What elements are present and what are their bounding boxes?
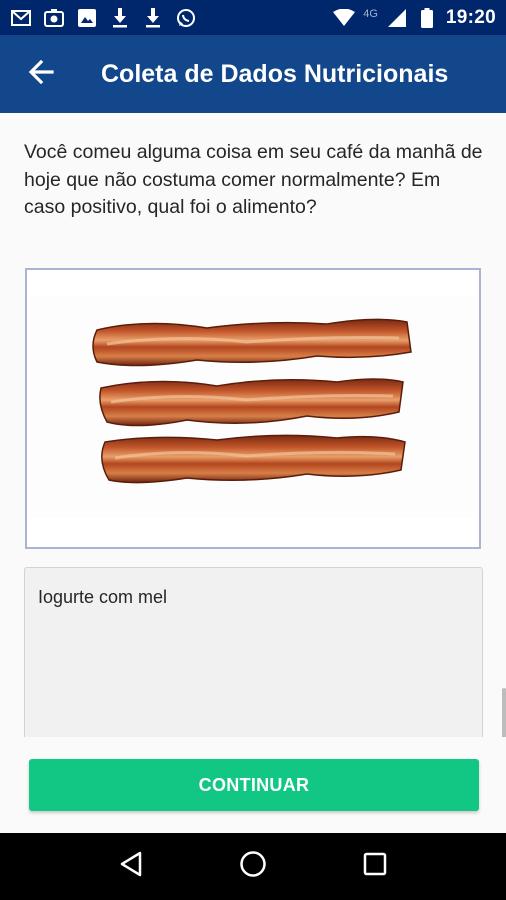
clock: 19:20: [445, 6, 496, 28]
app-bar: Coleta de Dados Nutricionais: [0, 35, 506, 113]
scrollbar[interactable]: [502, 688, 506, 737]
back-triangle-icon: [119, 851, 143, 882]
form-content[interactable]: Você comeu alguma coisa em seu café da m…: [0, 113, 506, 737]
arrow-back-icon: [28, 59, 54, 89]
image-icon: [76, 7, 98, 29]
continue-button[interactable]: CONTINUAR: [29, 759, 479, 811]
photo-app-icon: [43, 7, 65, 29]
nav-recents-button[interactable]: [355, 847, 395, 887]
download-icon: [142, 7, 164, 29]
nav-back-button[interactable]: [111, 847, 151, 887]
page-title: Coleta de Dados Nutricionais: [101, 59, 449, 88]
answer-input[interactable]: Iogurte com mel: [24, 567, 483, 737]
back-button[interactable]: [21, 54, 61, 94]
whatsapp-icon: [175, 7, 197, 29]
question-text: Você comeu alguma coisa em seu café da m…: [24, 141, 483, 218]
network-type: 4G: [363, 7, 378, 20]
battery-icon: [416, 7, 438, 29]
food-image[interactable]: [25, 268, 481, 549]
system-nav-bar: [0, 833, 506, 900]
notification-icons: [10, 7, 197, 29]
home-circle-icon: [239, 850, 267, 883]
signal-icon: [386, 7, 408, 29]
recents-square-icon: [363, 852, 387, 881]
bacon-image: [27, 270, 479, 547]
download-icon: [109, 7, 131, 29]
wifi-icon: [333, 7, 356, 29]
status-bar: 4G 19:20: [0, 0, 506, 35]
nav-home-button[interactable]: [233, 847, 273, 887]
gmail-icon: [10, 7, 32, 29]
system-icons: 4G 19:20: [333, 7, 496, 29]
footer-actions: CONTINUAR: [0, 737, 506, 833]
